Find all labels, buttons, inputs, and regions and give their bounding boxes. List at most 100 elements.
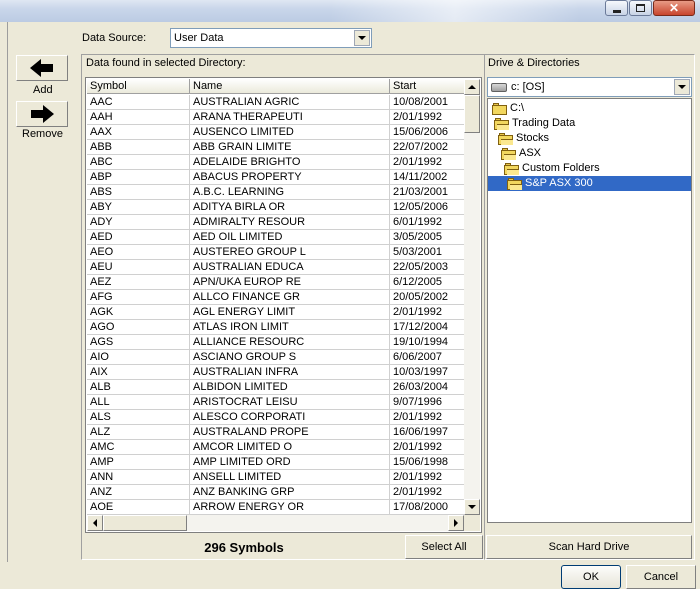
scroll-up-button[interactable] [464,79,480,95]
ok-button[interactable]: OK [561,565,621,589]
table-row[interactable]: AED AED OIL LIMITED 3/05/2005 [87,230,465,245]
table-row[interactable]: AAC AUSTRALIAN AGRIC 10/08/2001 [87,95,465,110]
drive-select[interactable]: c: [OS] [487,77,692,97]
table-row[interactable]: AGS ALLIANCE RESOURC 19/10/1994 [87,335,465,350]
cell-start: 12/05/2006 [390,200,465,215]
add-button[interactable] [16,55,68,81]
cell-start: 2/01/1992 [390,155,465,170]
cell-name: AGL ENERGY LIMIT [190,305,390,320]
tree-node-label: C:\ [510,102,525,114]
cell-symbol: ALL [87,395,190,410]
tree-node[interactable]: S&P ASX 300 [488,176,691,191]
cell-start: 22/07/2002 [390,140,465,155]
remove-button[interactable] [16,101,68,127]
tree-node[interactable]: Trading Data [494,116,575,131]
cell-symbol: AED [87,230,190,245]
table-row[interactable]: ABB ABB GRAIN LIMITE 22/07/2002 [87,140,465,155]
scan-hard-drive-label: Scan Hard Drive [548,541,630,553]
tree-node[interactable]: Custom Folders [504,161,600,176]
table-row[interactable]: AAX AUSENCO LIMITED 15/06/2006 [87,125,465,140]
data-source-select[interactable]: User Data [170,28,372,48]
maximize-button[interactable] [629,0,652,16]
folder-icon [492,102,508,115]
cell-symbol: AIO [87,350,190,365]
column-header-symbol[interactable]: Symbol [87,79,190,94]
tree-node-label: S&P ASX 300 [525,177,593,189]
table-row[interactable]: ABP ABACUS PROPERTY 14/11/2002 [87,170,465,185]
cancel-button[interactable]: Cancel [626,565,696,589]
table-row[interactable]: ANZ ANZ BANKING GRP 2/01/1992 [87,485,465,500]
table-row[interactable]: ALB ALBIDON LIMITED 26/03/2004 [87,380,465,395]
cell-symbol: ALB [87,380,190,395]
table-row[interactable]: AIX AUSTRALIAN INFRA 10/03/1997 [87,365,465,380]
vertical-scrollbar[interactable] [464,79,480,515]
column-header-start[interactable]: Start [390,79,465,94]
table-row[interactable]: ABS A.B.C. LEARNING 21/03/2001 [87,185,465,200]
cell-start: 16/06/1997 [390,425,465,440]
table-row[interactable]: AEU AUSTRALIAN EDUCA 22/05/2003 [87,260,465,275]
cell-name: ARISTOCRAT LEISU [190,395,390,410]
cell-name: AUSTRALIAN INFRA [190,365,390,380]
minimize-button[interactable] [605,0,628,16]
cell-start: 2/01/1992 [390,485,465,500]
scroll-right-button[interactable] [448,515,464,531]
table-row[interactable]: AMP AMP LIMITED ORD 15/06/1998 [87,455,465,470]
cell-symbol: ABS [87,185,190,200]
tree-node-label: Trading Data [512,117,576,129]
scroll-down-button[interactable] [464,499,480,515]
table-row[interactable]: AGO ATLAS IRON LIMIT 17/12/2004 [87,320,465,335]
cell-symbol: ABB [87,140,190,155]
cell-name: A.B.C. LEARNING [190,185,390,200]
column-header-name[interactable]: Name [190,79,390,94]
tree-node[interactable]: C:\ [492,101,524,116]
cell-name: AUSTRALIAN EDUCA [190,260,390,275]
cell-symbol: AOE [87,500,190,515]
cell-name: AUSTRALIAN AGRIC [190,95,390,110]
close-icon: ✕ [668,1,680,15]
cell-symbol: ABP [87,170,190,185]
maximize-icon [636,4,645,12]
table-row[interactable]: AIO ASCIANO GROUP S 6/06/2007 [87,350,465,365]
cell-start: 2/01/1992 [390,440,465,455]
directory-tree[interactable]: C:\ Trading Data Stocks ASX Custom Folders S&… [487,98,692,523]
cell-name: AMCOR LIMITED O [190,440,390,455]
table-row[interactable]: AEZ APN/UKA EUROP RE 6/12/2005 [87,275,465,290]
cell-start: 5/03/2001 [390,245,465,260]
drive-icon [491,82,507,92]
table-row[interactable]: ALZ AUSTRALAND PROPE 16/06/1997 [87,425,465,440]
table-row[interactable]: AMC AMCOR LIMITED O 2/01/1992 [87,440,465,455]
table-row[interactable]: ALS ALESCO CORPORATI 2/01/1992 [87,410,465,425]
chevron-down-icon[interactable] [354,30,370,46]
folder-icon [501,147,517,160]
horizontal-scroll-thumb[interactable] [103,515,187,531]
table-row[interactable]: ABC ADELAIDE BRIGHTO 2/01/1992 [87,155,465,170]
vertical-scroll-thumb[interactable] [464,95,480,133]
horizontal-scrollbar[interactable] [87,515,464,531]
table-row[interactable]: AFG ALLCO FINANCE GR 20/05/2002 [87,290,465,305]
cell-symbol: AEO [87,245,190,260]
scroll-left-button[interactable] [87,515,103,531]
table-row[interactable]: ADY ADMIRALTY RESOUR 6/01/1992 [87,215,465,230]
table-row[interactable]: ABY ADITYA BIRLA OR 12/05/2006 [87,200,465,215]
table-row[interactable]: ANN ANSELL LIMITED 2/01/1992 [87,470,465,485]
table-row[interactable]: ALL ARISTOCRAT LEISU 9/07/1996 [87,395,465,410]
chevron-down-icon[interactable] [674,79,690,95]
tree-node[interactable]: Stocks [498,131,549,146]
cell-name: ARANA THERAPEUTI [190,110,390,125]
cell-start: 10/03/1997 [390,365,465,380]
select-all-button[interactable]: Select All [405,535,483,559]
cell-start: 2/01/1992 [390,470,465,485]
select-all-label: Select All [421,541,467,553]
table-row[interactable]: AAH ARANA THERAPEUTI 2/01/1992 [87,110,465,125]
close-button[interactable]: ✕ [653,0,695,16]
cell-symbol: AMP [87,455,190,470]
symbol-list[interactable]: Symbol Name Start AAC AUSTRALIAN AGRIC 10/… [85,77,482,533]
cell-symbol: AAH [87,110,190,125]
cell-name: AMP LIMITED ORD [190,455,390,470]
table-row[interactable]: AGK AGL ENERGY LIMIT 2/01/1992 [87,305,465,320]
scan-hard-drive-button[interactable]: Scan Hard Drive [486,535,692,559]
table-row[interactable]: AOE ARROW ENERGY OR 17/08/2000 [87,500,465,515]
tree-node[interactable]: ASX [501,146,541,161]
table-row[interactable]: AEO AUSTEREO GROUP L 5/03/2001 [87,245,465,260]
folder-icon [504,162,520,175]
